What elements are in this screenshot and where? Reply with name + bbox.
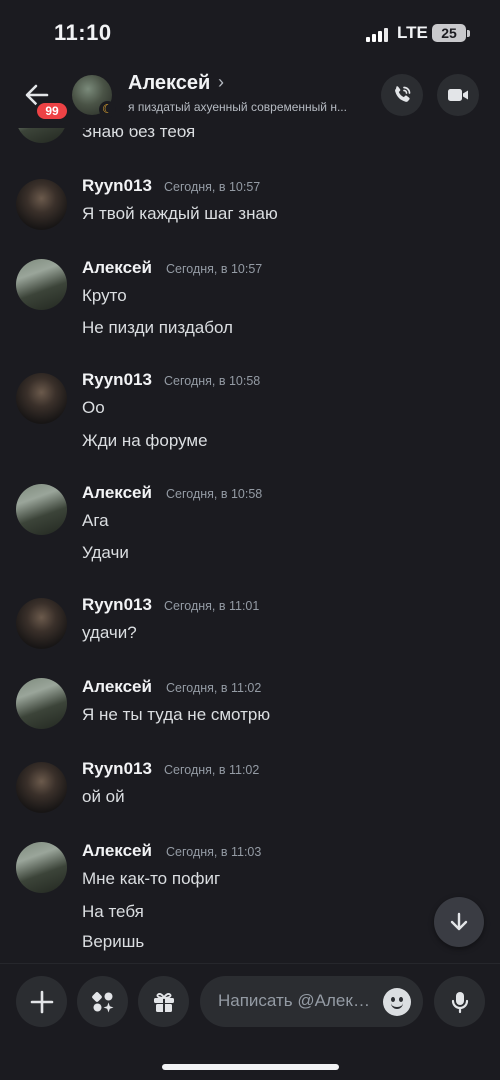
emoji-icon[interactable] bbox=[383, 988, 411, 1016]
gift-button[interactable] bbox=[138, 976, 189, 1027]
message-author[interactable]: Алексей bbox=[82, 258, 152, 278]
message-text: Я не ты туда не смотрю bbox=[82, 705, 271, 724]
chat-header: 99 ☾ Алексей › я пиздатый ахуенный совре… bbox=[0, 64, 500, 128]
gift-icon bbox=[153, 992, 174, 1012]
video-call-button[interactable] bbox=[437, 74, 479, 116]
message-author[interactable]: Ryyn013 bbox=[82, 595, 152, 615]
message-text: Веришь bbox=[82, 932, 145, 951]
message-timestamp: Сегодня, в 10:57 bbox=[164, 180, 261, 194]
jump-to-latest-button[interactable] bbox=[434, 897, 484, 947]
status-bar: 11:10 LTE 25 bbox=[0, 0, 500, 64]
message-text: Удачи bbox=[82, 543, 129, 562]
avatar[interactable] bbox=[16, 598, 67, 649]
message-text: ой ой bbox=[82, 787, 125, 806]
video-camera-icon bbox=[448, 89, 468, 101]
message-input[interactable]: Написать @Алексей bbox=[200, 976, 423, 1027]
message-input-placeholder: Написать @Алексей bbox=[218, 991, 378, 1010]
microphone-icon bbox=[451, 991, 468, 1013]
plus-icon bbox=[30, 990, 53, 1013]
message-timestamp: Сегодня, в 10:58 bbox=[164, 374, 261, 388]
phone-icon bbox=[395, 86, 411, 102]
avatar[interactable] bbox=[16, 484, 67, 535]
message-timestamp: Сегодня, в 11:01 bbox=[164, 599, 260, 613]
status-time: 11:10 bbox=[54, 20, 112, 45]
message-timestamp: Сегодня, в 11:03 bbox=[166, 845, 262, 859]
unread-badge: 99 bbox=[34, 100, 70, 122]
message-timestamp: Сегодня, в 10:58 bbox=[166, 487, 263, 501]
contact-avatar[interactable]: ☾ bbox=[72, 75, 116, 118]
message-text: Знаю без тебя bbox=[82, 128, 196, 141]
message-text: Круто bbox=[82, 286, 127, 305]
message-text: Жди на форуме bbox=[82, 431, 208, 450]
arrow-down-icon bbox=[450, 912, 468, 931]
message-text: удачи? bbox=[82, 623, 137, 642]
avatar[interactable] bbox=[16, 842, 67, 893]
message-text: На тебя bbox=[82, 902, 144, 921]
battery-icon: 25 bbox=[432, 24, 466, 42]
avatar[interactable] bbox=[16, 373, 67, 424]
message-timestamp: Сегодня, в 11:02 bbox=[166, 681, 262, 695]
message-timestamp: Сегодня, в 10:57 bbox=[166, 262, 263, 276]
home-indicator[interactable] bbox=[162, 1064, 339, 1070]
message-list[interactable]: Знаю без тебя Ryyn013 Сегодня, в 10:57 Я… bbox=[0, 128, 500, 963]
message-author[interactable]: Алексей bbox=[82, 677, 152, 697]
signal-icon bbox=[366, 26, 392, 42]
message-text: Мне как-то пофиг bbox=[82, 869, 221, 888]
avatar[interactable] bbox=[16, 259, 67, 310]
message-author[interactable]: Алексей bbox=[82, 483, 152, 503]
avatar[interactable] bbox=[16, 678, 67, 729]
message-text: Я твой каждый шаг знаю bbox=[82, 204, 278, 223]
apps-icon bbox=[91, 991, 113, 1012]
voice-call-button[interactable] bbox=[381, 74, 423, 116]
avatar[interactable] bbox=[16, 179, 67, 230]
avatar[interactable] bbox=[16, 128, 67, 143]
message-composer: Написать @Алексей bbox=[0, 963, 500, 1080]
avatar[interactable] bbox=[16, 762, 67, 813]
chevron-right-icon[interactable]: › bbox=[218, 72, 224, 93]
message-author[interactable]: Ryyn013 bbox=[82, 176, 152, 196]
idle-moon-icon: ☾ bbox=[99, 101, 116, 118]
contact-name[interactable]: Алексей bbox=[128, 72, 210, 95]
message-author[interactable]: Ryyn013 bbox=[82, 370, 152, 390]
add-attachment-button[interactable] bbox=[16, 976, 67, 1027]
voice-message-button[interactable] bbox=[434, 976, 485, 1027]
message-author[interactable]: Ryyn013 bbox=[82, 759, 152, 779]
message-text: Не пизди пиздабол bbox=[82, 318, 233, 337]
battery-cap bbox=[467, 30, 470, 37]
contact-status: я пиздатый ахуенный современный н... bbox=[128, 100, 347, 114]
message-text: Ага bbox=[82, 511, 109, 530]
message-text: Оо bbox=[82, 398, 105, 417]
message-timestamp: Сегодня, в 11:02 bbox=[164, 763, 260, 777]
message-author[interactable]: Алексей bbox=[82, 841, 152, 861]
network-type: LTE bbox=[397, 23, 428, 42]
apps-button[interactable] bbox=[77, 976, 128, 1027]
